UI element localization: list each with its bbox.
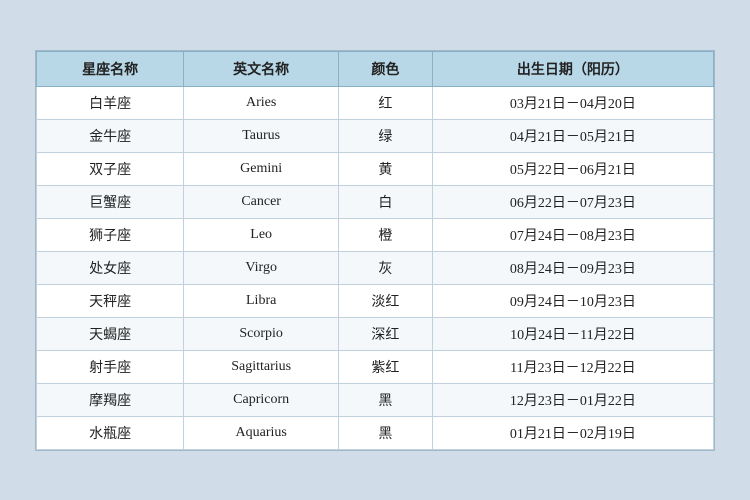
- zodiac-table: 星座名称英文名称颜色出生日期（阳历） 白羊座Aries红03月21日－04月20…: [36, 51, 714, 450]
- cell-4-1: Leo: [184, 218, 339, 251]
- table-row: 狮子座Leo橙07月24日－08月23日: [37, 218, 714, 251]
- cell-10-2: 黑: [339, 416, 433, 449]
- zodiac-table-container: 星座名称英文名称颜色出生日期（阳历） 白羊座Aries红03月21日－04月20…: [35, 50, 715, 451]
- cell-5-2: 灰: [339, 251, 433, 284]
- cell-8-0: 射手座: [37, 350, 184, 383]
- cell-1-0: 金牛座: [37, 119, 184, 152]
- cell-3-1: Cancer: [184, 185, 339, 218]
- cell-3-2: 白: [339, 185, 433, 218]
- cell-3-0: 巨蟹座: [37, 185, 184, 218]
- table-row: 白羊座Aries红03月21日－04月20日: [37, 86, 714, 119]
- table-row: 天秤座Libra淡红09月24日－10月23日: [37, 284, 714, 317]
- table-row: 射手座Sagittarius紫红11月23日－12月22日: [37, 350, 714, 383]
- cell-2-0: 双子座: [37, 152, 184, 185]
- cell-6-2: 淡红: [339, 284, 433, 317]
- cell-6-0: 天秤座: [37, 284, 184, 317]
- table-row: 双子座Gemini黄05月22日－06月21日: [37, 152, 714, 185]
- cell-9-3: 12月23日－01月22日: [432, 383, 713, 416]
- cell-4-0: 狮子座: [37, 218, 184, 251]
- cell-2-2: 黄: [339, 152, 433, 185]
- cell-9-2: 黑: [339, 383, 433, 416]
- cell-4-3: 07月24日－08月23日: [432, 218, 713, 251]
- cell-1-1: Taurus: [184, 119, 339, 152]
- cell-2-3: 05月22日－06月21日: [432, 152, 713, 185]
- cell-4-2: 橙: [339, 218, 433, 251]
- header-col-2: 颜色: [339, 51, 433, 86]
- cell-8-3: 11月23日－12月22日: [432, 350, 713, 383]
- cell-0-0: 白羊座: [37, 86, 184, 119]
- table-row: 金牛座Taurus绿04月21日－05月21日: [37, 119, 714, 152]
- table-body: 白羊座Aries红03月21日－04月20日金牛座Taurus绿04月21日－0…: [37, 86, 714, 449]
- cell-1-3: 04月21日－05月21日: [432, 119, 713, 152]
- table-row: 处女座Virgo灰08月24日－09月23日: [37, 251, 714, 284]
- cell-7-1: Scorpio: [184, 317, 339, 350]
- cell-10-3: 01月21日－02月19日: [432, 416, 713, 449]
- cell-8-1: Sagittarius: [184, 350, 339, 383]
- table-row: 天蝎座Scorpio深红10月24日－11月22日: [37, 317, 714, 350]
- header-col-3: 出生日期（阳历）: [432, 51, 713, 86]
- cell-6-1: Libra: [184, 284, 339, 317]
- table-row: 摩羯座Capricorn黑12月23日－01月22日: [37, 383, 714, 416]
- cell-0-2: 红: [339, 86, 433, 119]
- table-header-row: 星座名称英文名称颜色出生日期（阳历）: [37, 51, 714, 86]
- cell-10-1: Aquarius: [184, 416, 339, 449]
- table-row: 水瓶座Aquarius黑01月21日－02月19日: [37, 416, 714, 449]
- cell-6-3: 09月24日－10月23日: [432, 284, 713, 317]
- cell-8-2: 紫红: [339, 350, 433, 383]
- cell-5-1: Virgo: [184, 251, 339, 284]
- cell-5-3: 08月24日－09月23日: [432, 251, 713, 284]
- cell-2-1: Gemini: [184, 152, 339, 185]
- cell-9-1: Capricorn: [184, 383, 339, 416]
- cell-5-0: 处女座: [37, 251, 184, 284]
- header-col-1: 英文名称: [184, 51, 339, 86]
- cell-0-1: Aries: [184, 86, 339, 119]
- cell-7-0: 天蝎座: [37, 317, 184, 350]
- cell-7-3: 10月24日－11月22日: [432, 317, 713, 350]
- cell-0-3: 03月21日－04月20日: [432, 86, 713, 119]
- cell-7-2: 深红: [339, 317, 433, 350]
- cell-10-0: 水瓶座: [37, 416, 184, 449]
- cell-3-3: 06月22日－07月23日: [432, 185, 713, 218]
- header-col-0: 星座名称: [37, 51, 184, 86]
- cell-1-2: 绿: [339, 119, 433, 152]
- cell-9-0: 摩羯座: [37, 383, 184, 416]
- table-row: 巨蟹座Cancer白06月22日－07月23日: [37, 185, 714, 218]
